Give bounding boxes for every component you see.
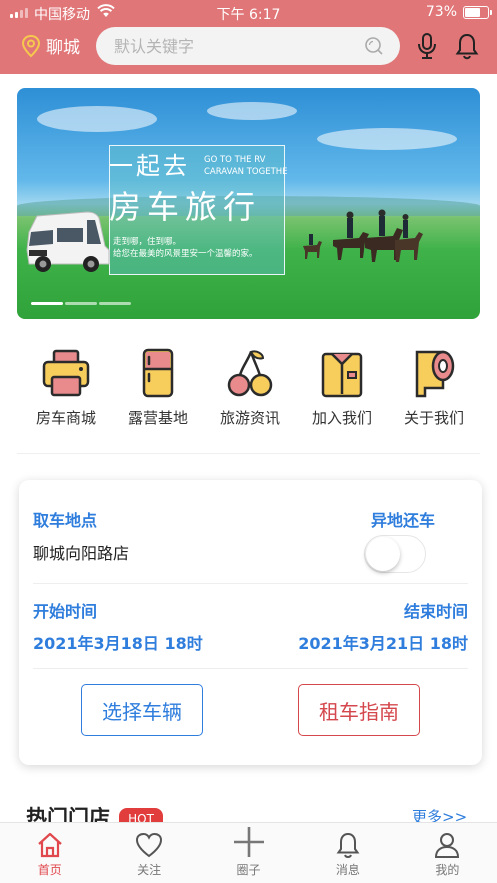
category-camping-base[interactable]: 露营基地 xyxy=(112,348,204,428)
tab-messages[interactable]: 消息 xyxy=(298,823,397,883)
app-screen: 中国移动 下午 6:17 73% 聊城 默认关键字 一起去 GO TO THE … xyxy=(0,0,497,883)
status-bar: 中国移动 下午 6:17 73% xyxy=(0,0,497,26)
select-vehicle-button[interactable]: 选择车辆 xyxy=(81,684,203,736)
pickup-location-label: 取车地点 xyxy=(33,511,98,530)
booking-card: 取车地点 聊城向阳路店 异地还车 开始时间 结束时间 2021年3月18日 18… xyxy=(19,480,482,765)
tab-label: 圈子 xyxy=(236,863,261,877)
location-label: 聊城 xyxy=(46,38,80,58)
return-elsewhere-toggle[interactable] xyxy=(364,535,426,573)
paper-roll-icon xyxy=(415,350,455,398)
banner-dot[interactable] xyxy=(99,302,131,305)
home-icon xyxy=(37,832,62,858)
section-divider xyxy=(17,453,480,454)
tab-circle[interactable]: 圈子 xyxy=(199,823,298,883)
battery-fill xyxy=(465,8,481,17)
heart-icon xyxy=(136,832,163,858)
category-label: 房车商城 xyxy=(35,409,96,427)
tab-label: 我的 xyxy=(435,863,460,877)
tab-home[interactable]: 首页 xyxy=(0,823,99,883)
header: 中国移动 下午 6:17 73% 聊城 xyxy=(0,0,497,74)
category-label: 关于我们 xyxy=(403,409,464,427)
rental-guide-button[interactable]: 租车指南 xyxy=(298,684,420,736)
category-about-us[interactable]: 关于我们 xyxy=(388,348,480,428)
category-label: 旅游资讯 xyxy=(219,409,280,427)
banner-title-line1: 一起去 xyxy=(109,152,190,180)
search-icon[interactable] xyxy=(364,36,384,56)
end-time-label: 结束时间 xyxy=(403,602,468,621)
horse-riders-image xyxy=(303,209,423,262)
microphone-icon[interactable] xyxy=(416,32,438,60)
fridge-icon xyxy=(142,348,174,398)
return-elsewhere-label: 异地还车 xyxy=(370,511,435,530)
banner-english-line2: CARAVAN TOGETHE xyxy=(204,167,288,177)
tab-label: 关注 xyxy=(137,863,162,877)
banner-english-line1: GO TO THE RV xyxy=(204,155,266,165)
divider xyxy=(33,583,468,584)
promo-banner[interactable]: 一起去 GO TO THE RV CARAVAN TOGETHE 房车旅行 走到… xyxy=(17,88,480,319)
battery-percent: 73% xyxy=(425,4,457,20)
banner-english-text: GO TO THE RV CARAVAN TOGETHE xyxy=(204,154,288,178)
cherry-icon xyxy=(227,350,273,397)
clock: 下午 6:17 xyxy=(216,7,281,23)
printer-icon xyxy=(42,349,90,397)
start-time-value[interactable]: 2021年3月18日 18时 xyxy=(33,630,203,654)
divider xyxy=(33,668,468,669)
battery-icon xyxy=(463,6,492,19)
banner-subtitle: 走到哪，住到哪。 给您在最美的风景里安一个温馨的家。 xyxy=(113,236,258,260)
tab-label: 消息 xyxy=(335,863,360,877)
start-time-label: 开始时间 xyxy=(33,602,98,621)
banner-dot[interactable] xyxy=(65,302,97,305)
banner-pagination[interactable] xyxy=(31,302,131,305)
bell-icon xyxy=(336,832,360,859)
location-selector[interactable]: 聊城 xyxy=(20,33,80,58)
banner-subtitle-line1: 走到哪，住到哪。 xyxy=(113,237,182,247)
banner-title-line2: 房车旅行 xyxy=(109,188,262,226)
banner-dot[interactable] xyxy=(31,302,63,305)
category-travel-news[interactable]: 旅游资讯 xyxy=(204,348,296,428)
banner-subtitle-line2: 给您在最美的风景里安一个温馨的家。 xyxy=(113,249,258,259)
category-join-us[interactable]: 加入我们 xyxy=(296,348,388,428)
user-icon xyxy=(435,833,460,858)
rv-van-image xyxy=(26,211,110,272)
search-input[interactable] xyxy=(114,27,364,65)
category-label: 加入我们 xyxy=(311,409,372,427)
tab-profile[interactable]: 我的 xyxy=(398,823,497,883)
tab-bar: 首页 关注 圈子 消息 我的 xyxy=(0,822,497,883)
notification-bell-icon[interactable] xyxy=(455,32,479,60)
location-pin-icon xyxy=(21,34,41,57)
end-time-value[interactable]: 2021年3月21日 18时 xyxy=(298,630,468,654)
plus-icon xyxy=(233,827,264,857)
tab-follow[interactable]: 关注 xyxy=(99,823,198,883)
tab-label: 首页 xyxy=(37,863,62,877)
category-rv-mall[interactable]: 房车商城 xyxy=(20,348,112,428)
toggle-knob xyxy=(366,537,400,571)
category-label: 露营基地 xyxy=(127,409,188,427)
pickup-location-value[interactable]: 聊城向阳路店 xyxy=(33,540,129,564)
category-grid: 房车商城 露营基地 旅游资讯 加入我们 关于我们 xyxy=(0,348,497,428)
search-bar[interactable] xyxy=(96,27,400,65)
shirt-icon xyxy=(321,352,363,398)
